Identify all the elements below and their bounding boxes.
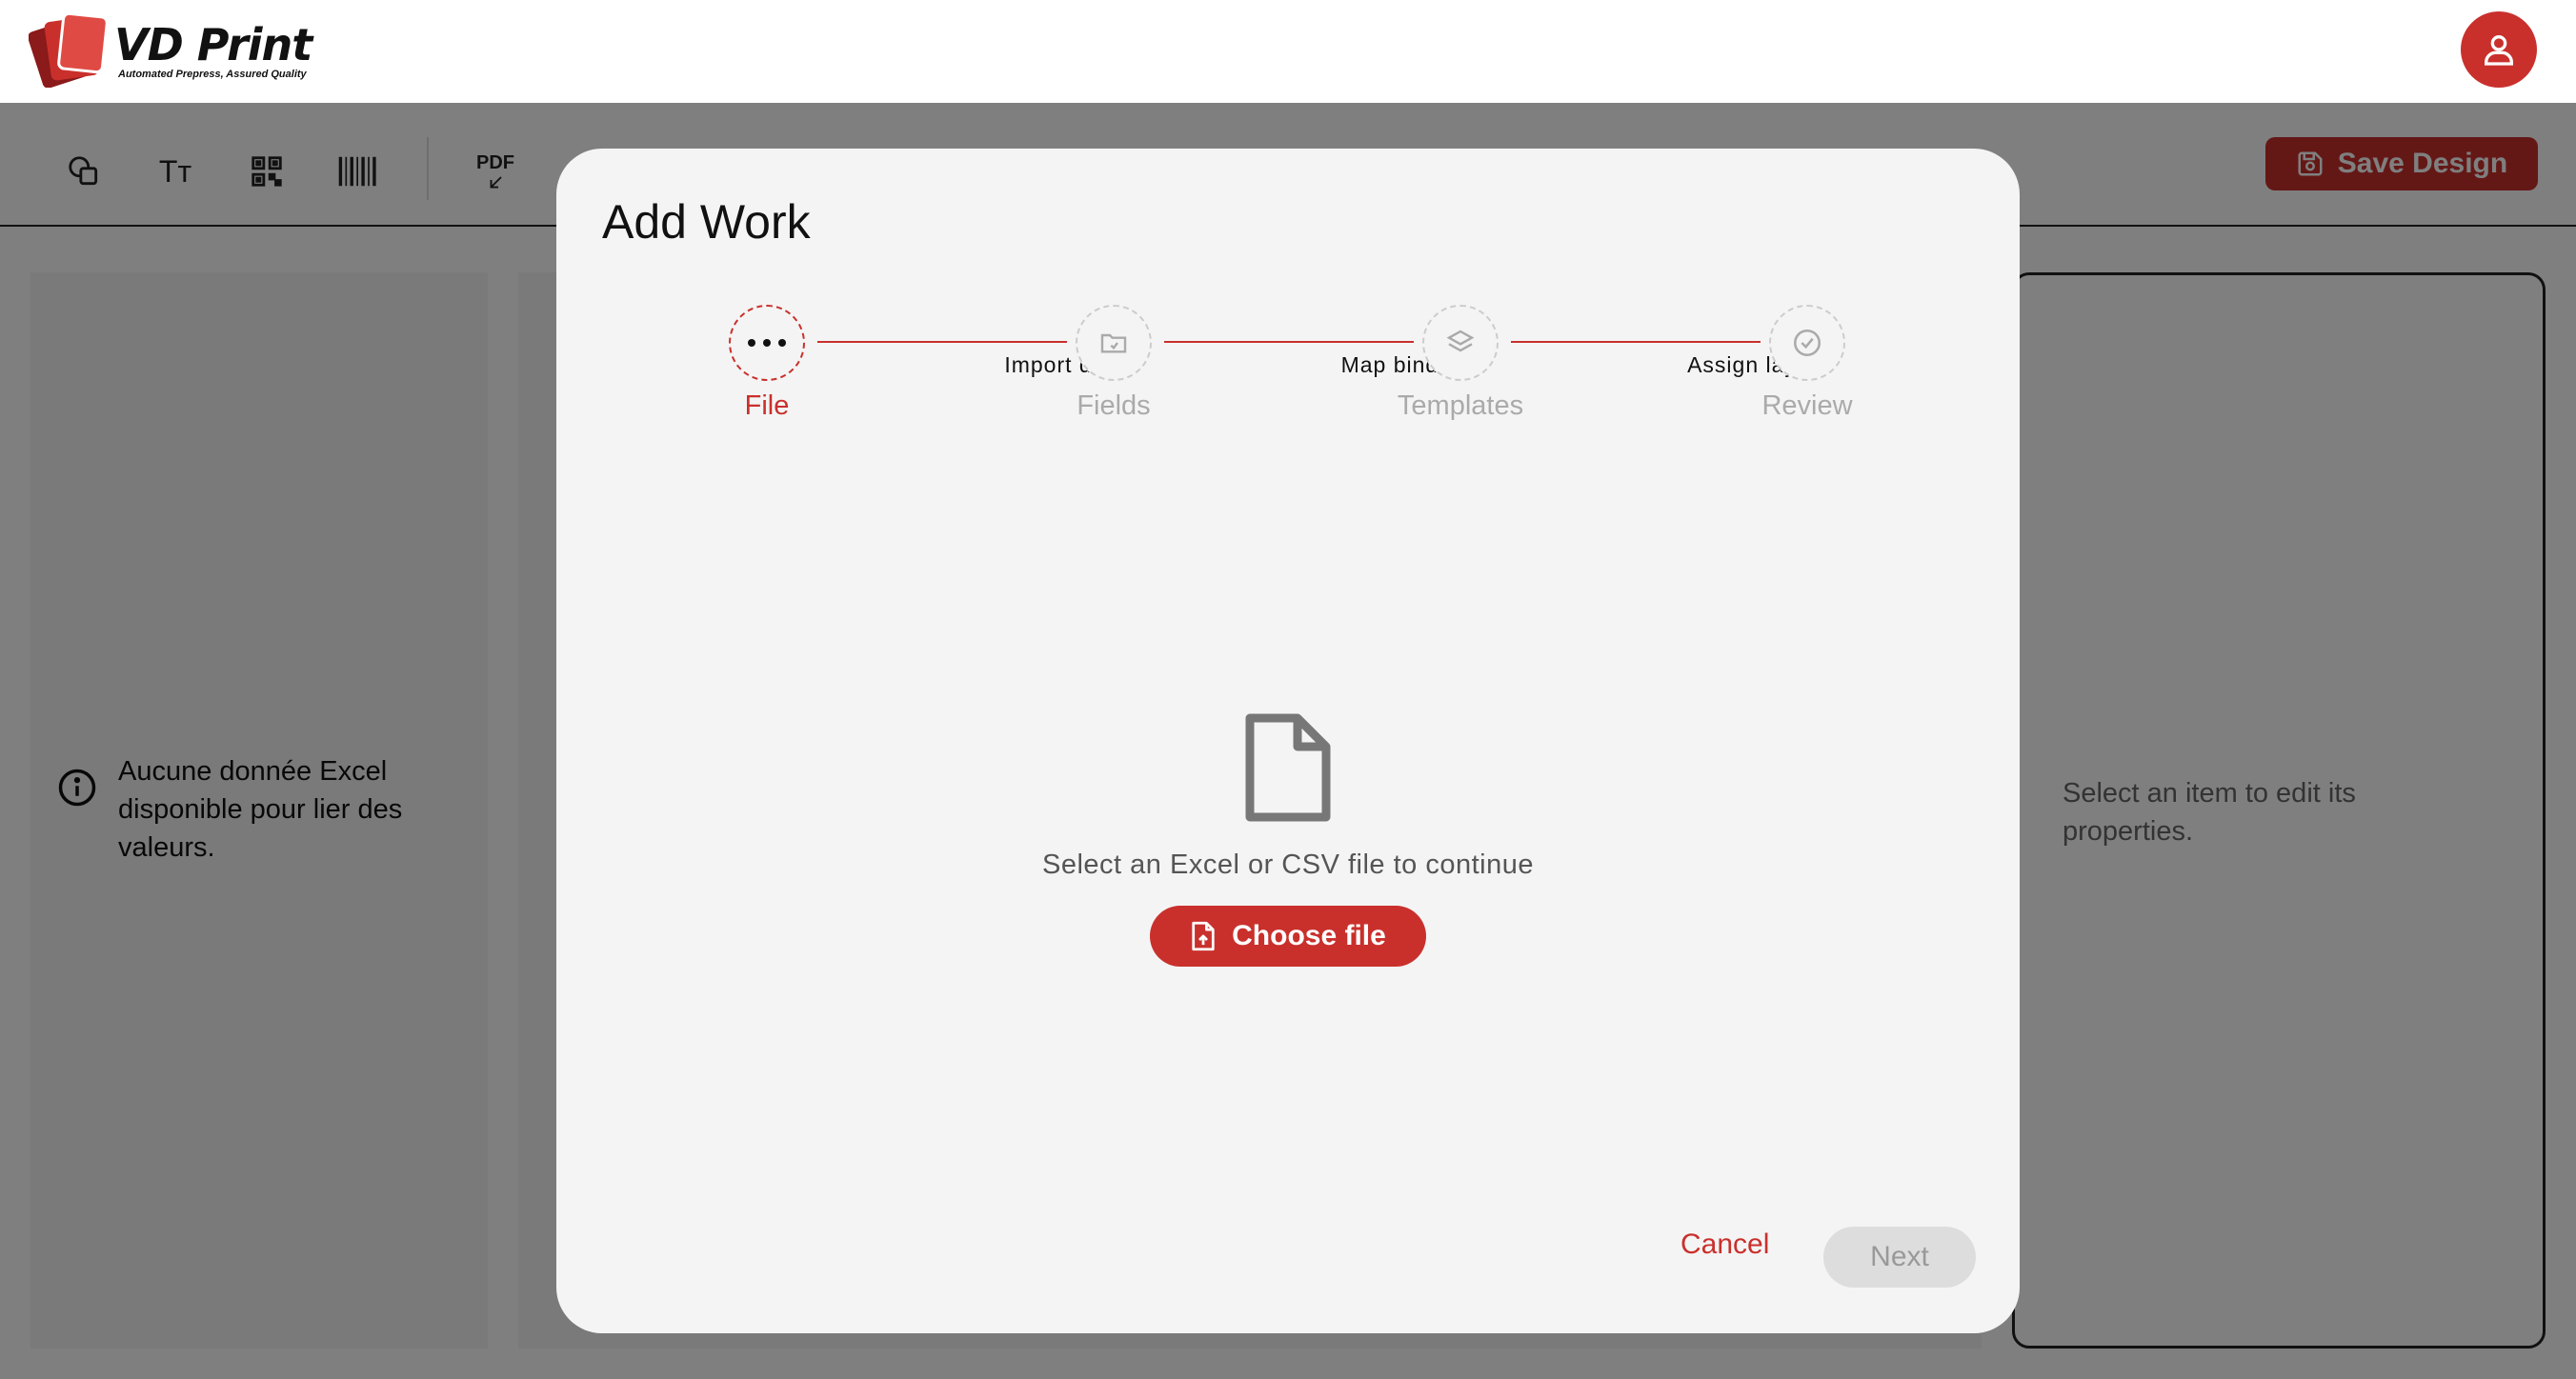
- logo-tagline: Automated Prepress, Assured Quality: [118, 69, 307, 80]
- step-file[interactable]: File: [672, 305, 862, 422]
- layers-icon: [1446, 330, 1475, 352]
- more-dots-icon: [748, 339, 786, 347]
- step-templates[interactable]: Templates: [1365, 305, 1556, 422]
- step-file-circle: [729, 305, 805, 381]
- check-circle-icon: [1793, 329, 1821, 357]
- next-button[interactable]: Next: [1823, 1227, 1976, 1288]
- step-fields[interactable]: Fields: [1018, 305, 1209, 422]
- step-templates-circle: [1422, 305, 1499, 381]
- file-icon: [1245, 713, 1331, 822]
- file-empty-state: Select an Excel or CSV file to continue …: [556, 710, 2020, 967]
- step-review[interactable]: Review: [1712, 305, 1902, 422]
- cancel-button[interactable]: Cancel: [1680, 1229, 1769, 1261]
- step-file-label: File: [744, 390, 790, 421]
- logo-mark-icon: [29, 11, 109, 88]
- file-prompt-text: Select an Excel or CSV file to continue: [1042, 849, 1534, 880]
- folder-icon: [1100, 333, 1127, 353]
- step-review-label: Review: [1761, 390, 1853, 421]
- user-avatar-button[interactable]: [2461, 11, 2537, 88]
- file-upload-icon: [1192, 921, 1215, 951]
- step-review-circle: [1769, 305, 1845, 381]
- step-templates-label: Templates: [1397, 390, 1524, 421]
- user-icon: [2485, 35, 2513, 66]
- step-fields-label: Fields: [1077, 390, 1151, 421]
- app-header: VD Print Automated Prepress, Assured Qua…: [0, 0, 2576, 103]
- step-fields-circle: [1076, 305, 1152, 381]
- add-work-dialog: Add Work Import data Map bindings Assign…: [556, 149, 2020, 1333]
- app-logo[interactable]: VD Print Automated Prepress, Assured Qua…: [29, 11, 333, 88]
- dialog-title: Add Work: [602, 195, 811, 249]
- choose-file-button[interactable]: Choose file: [1150, 906, 1426, 967]
- choose-file-label: Choose file: [1232, 920, 1386, 951]
- logo-title: VD Print: [114, 19, 312, 70]
